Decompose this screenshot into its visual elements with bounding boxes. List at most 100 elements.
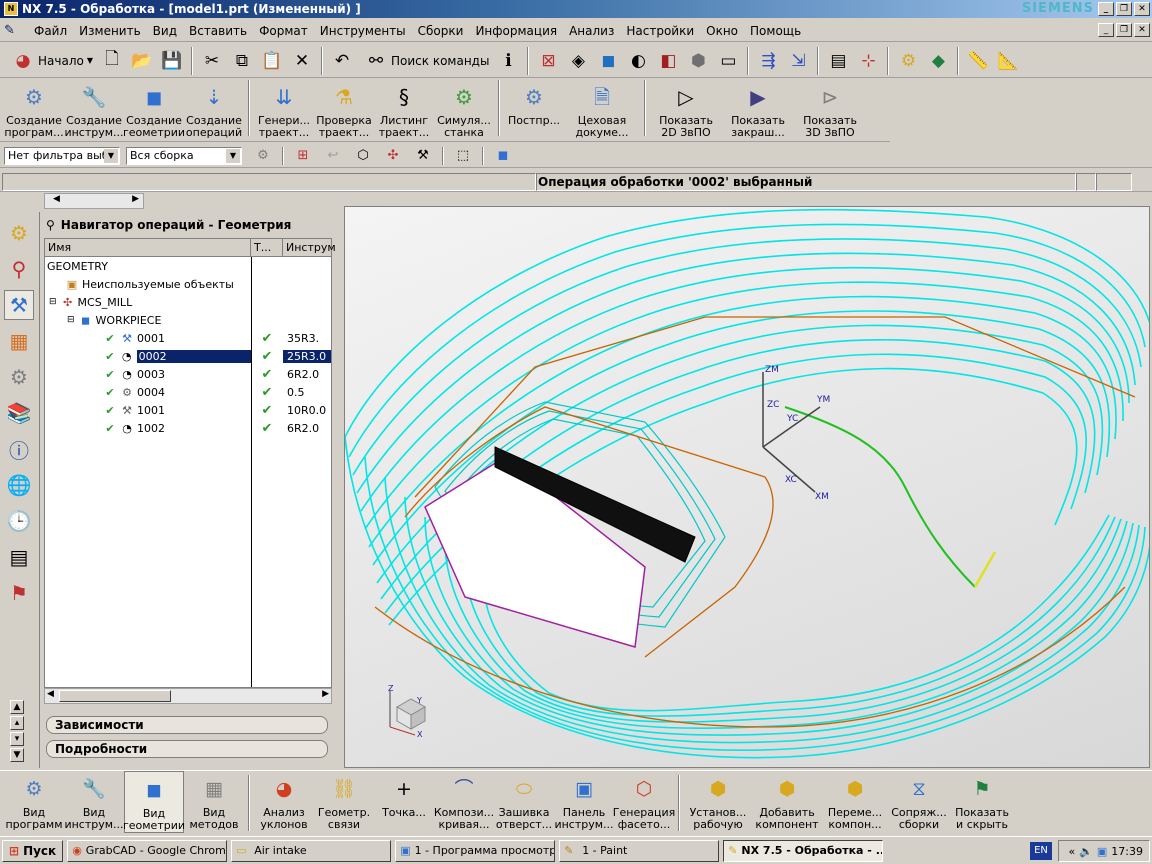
info-icon[interactable]: ⓘ <box>4 434 34 464</box>
start-menu-button[interactable]: ◕ Начало ▼ <box>4 47 97 75</box>
measure-distance-icon[interactable]: 📏 <box>965 48 991 74</box>
delete-icon[interactable]: ✕ <box>289 48 315 74</box>
move-component-button[interactable]: ⬢ Переме... компон... <box>822 771 888 833</box>
select-component-icon[interactable]: ◼ <box>490 143 516 169</box>
layer-settings-icon[interactable]: ▤ <box>825 48 851 74</box>
point-button[interactable]: + Точка... <box>374 771 434 833</box>
volume-icon[interactable]: 🔈 <box>1079 845 1093 858</box>
tree-row-operation[interactable]: ✔ ⚒ 0001 ✔ 35R3. <box>45 329 331 347</box>
show-3d-ipw-button[interactable]: ⊳ Показать 3D ЗвПО <box>794 80 866 140</box>
column-tool[interactable]: Инструм <box>283 239 336 256</box>
set-work-part-button[interactable]: ⬢ Установ... рабочую <box>684 771 752 833</box>
hole-patch-button[interactable]: ⬭ Зашивка отверст... <box>494 771 554 833</box>
composite-curve-button[interactable]: ⌒ Компози... кривая... <box>434 771 494 833</box>
create-geometry-button[interactable]: ◼ Создание геометрии <box>123 80 185 140</box>
scroll-up-icon[interactable]: ▲ <box>10 700 24 714</box>
method-view-button[interactable]: ▦ Вид методов <box>184 771 244 833</box>
tray-expand-icon[interactable]: « <box>1068 845 1075 858</box>
pin-icon[interactable]: ⚲ <box>46 218 55 232</box>
list-toolpath-button[interactable]: § Листинг траект... <box>374 80 434 140</box>
menu-preferences[interactable]: Настройки <box>620 24 700 38</box>
language-indicator[interactable]: EN <box>1030 842 1052 860</box>
nx-app-icon[interactable]: N <box>4 2 18 16</box>
command-search-button[interactable]: ⚯ Поиск команды <box>357 47 493 75</box>
restore-button[interactable]: ❐ <box>1116 2 1132 16</box>
menu-edit[interactable]: Изменить <box>73 24 147 38</box>
wave-geometry-linker-button[interactable]: ⛓ Геометр. связи <box>314 771 374 833</box>
facet-generation-button[interactable]: ⬡ Генерация фасето... <box>613 771 675 833</box>
wcs-origin-icon[interactable]: ⇲ <box>785 48 811 74</box>
part-navigator-icon[interactable]: ▦ <box>4 326 34 356</box>
web-browser-icon[interactable]: 🌐 <box>4 470 34 500</box>
machine-tool-navigator-icon[interactable]: ⚙ <box>4 362 34 392</box>
visibility-icon[interactable]: ◆ <box>925 48 951 74</box>
shop-documentation-button[interactable]: 🗎 Цеховая докуме... <box>564 80 640 140</box>
tool-view-button[interactable]: 🔧 Вид инструм... <box>64 771 124 833</box>
clock[interactable]: 17:39 <box>1111 845 1143 858</box>
tree-row-operation[interactable]: ✔ ⚒ 1001 ✔ 10R0.0 <box>45 401 331 419</box>
taskbar-item-chrome[interactable]: ◉ GrabCAD - Google Chrome <box>67 839 228 862</box>
cut-icon[interactable]: ✂ <box>199 48 225 74</box>
select-face-icon[interactable]: ⚒ <box>410 143 436 169</box>
doc-close-button[interactable]: ✕ <box>1134 23 1150 37</box>
toolbar-panel-button[interactable]: ▣ Панель инструм... <box>554 771 614 833</box>
close-button[interactable]: ✕ <box>1134 2 1150 16</box>
tree-row-geometry[interactable]: GEOMETRY <box>45 257 331 275</box>
tree-row-operation-selected[interactable]: ✔ ◔ 0002 ✔ 25R3.0 <box>45 347 331 365</box>
wcs-icon[interactable]: ⇶ <box>755 48 781 74</box>
geometry-view-button[interactable]: ◼ Вид геометрии <box>123 771 185 833</box>
machine-simulation-button[interactable]: ⚙ Симуля... станка <box>434 80 494 140</box>
menu-window[interactable]: Окно <box>700 24 744 38</box>
verify-toolpath-button[interactable]: ⚗ Проверка траект... <box>314 80 374 140</box>
tree-row-operation[interactable]: ✔ ◔ 0003 ✔ 6R2.0 <box>45 365 331 383</box>
resource-bar-scrollbar[interactable]: ◀ ▶ <box>44 193 144 209</box>
create-tool-button[interactable]: 🔧 Создание инструм... <box>64 80 124 140</box>
rectangle-select-icon[interactable]: ⬚ <box>450 143 476 169</box>
tree-row-mcs-mill[interactable]: ⊟ ✣ MCS_MILL <box>45 293 331 311</box>
scroll-down-icon[interactable]: ▼ <box>10 748 24 762</box>
menu-file[interactable]: Файл <box>28 24 73 38</box>
shaded-edges-icon[interactable]: ◐ <box>625 48 651 74</box>
paste-icon[interactable]: 📋 <box>259 48 285 74</box>
column-toolpath[interactable]: Т... <box>251 239 283 256</box>
open-folder-icon[interactable]: 📂 <box>129 48 155 74</box>
collapse-icon[interactable]: ⊟ <box>49 297 57 307</box>
mate-assembly-button[interactable]: ⧖ Сопряж... сборки <box>888 771 950 833</box>
generate-toolpath-button[interactable]: ⇊ Генери... траект... <box>254 80 314 140</box>
network-icon[interactable]: ▣ <box>1097 845 1107 858</box>
taskbar-item-paint[interactable]: ✎ 1 - Paint <box>559 839 720 862</box>
operation-navigator-icon[interactable]: ⚒ <box>4 290 34 320</box>
new-file-icon[interactable]: 🗋 <box>99 48 125 74</box>
scroll-thumb[interactable] <box>59 690 171 702</box>
minimize-button[interactable]: _ <box>1098 2 1114 16</box>
wireframe-icon[interactable]: ⬢ <box>685 48 711 74</box>
roles-icon[interactable]: ⚑ <box>4 578 34 608</box>
taskbar-item-image-viewer[interactable]: ▣ 1 - Программа просмотр... <box>395 839 556 862</box>
column-name[interactable]: Имя <box>45 239 251 256</box>
copy-icon[interactable]: ⧉ <box>229 48 255 74</box>
system-materials-icon[interactable]: ▤ <box>4 542 34 572</box>
graphics-window[interactable]: ZM ZC YM YC XC XM Z Y X <box>344 206 1150 768</box>
tree-row-workpiece[interactable]: ⊟ ◼ WORKPIECE <box>45 311 331 329</box>
measure-angle-icon[interactable]: 📐 <box>995 48 1021 74</box>
menu-tools[interactable]: Инструменты <box>314 24 412 38</box>
orient-view-icon[interactable]: ◼ <box>595 48 621 74</box>
program-view-button[interactable]: ⚙ Вид программ <box>4 771 64 833</box>
background-icon[interactable]: ▭ <box>715 48 741 74</box>
scroll-up-icon[interactable]: ▴ <box>10 716 24 730</box>
section-view-icon[interactable]: ◧ <box>655 48 681 74</box>
create-operation-button[interactable]: ⇣ Создание операций <box>184 80 244 140</box>
create-program-button[interactable]: ⚙ Создание програм... <box>4 80 64 140</box>
render-style-icon[interactable]: ◈ <box>565 48 591 74</box>
add-component-button[interactable]: ⬢ Добавить компонент <box>752 771 822 833</box>
dependencies-panel-toggle[interactable]: Зависимости <box>46 716 328 734</box>
tree-horizontal-scrollbar[interactable]: ◀ ▶ <box>44 688 332 704</box>
undo-selection-icon[interactable]: ↩ <box>320 143 346 169</box>
menu-insert[interactable]: Вставить <box>183 24 253 38</box>
show-shaded-ipw-button[interactable]: ▶ Показать закраш... <box>722 80 794 140</box>
menu-view[interactable]: Вид <box>147 24 183 38</box>
info-selection-icon[interactable]: ℹ <box>495 48 521 74</box>
menu-information[interactable]: Информация <box>469 24 563 38</box>
taskbar-item-nx[interactable]: ✎ NX 7.5 - Обработка - ... <box>723 839 884 862</box>
collapse-icon[interactable]: ⊟ <box>67 315 75 325</box>
